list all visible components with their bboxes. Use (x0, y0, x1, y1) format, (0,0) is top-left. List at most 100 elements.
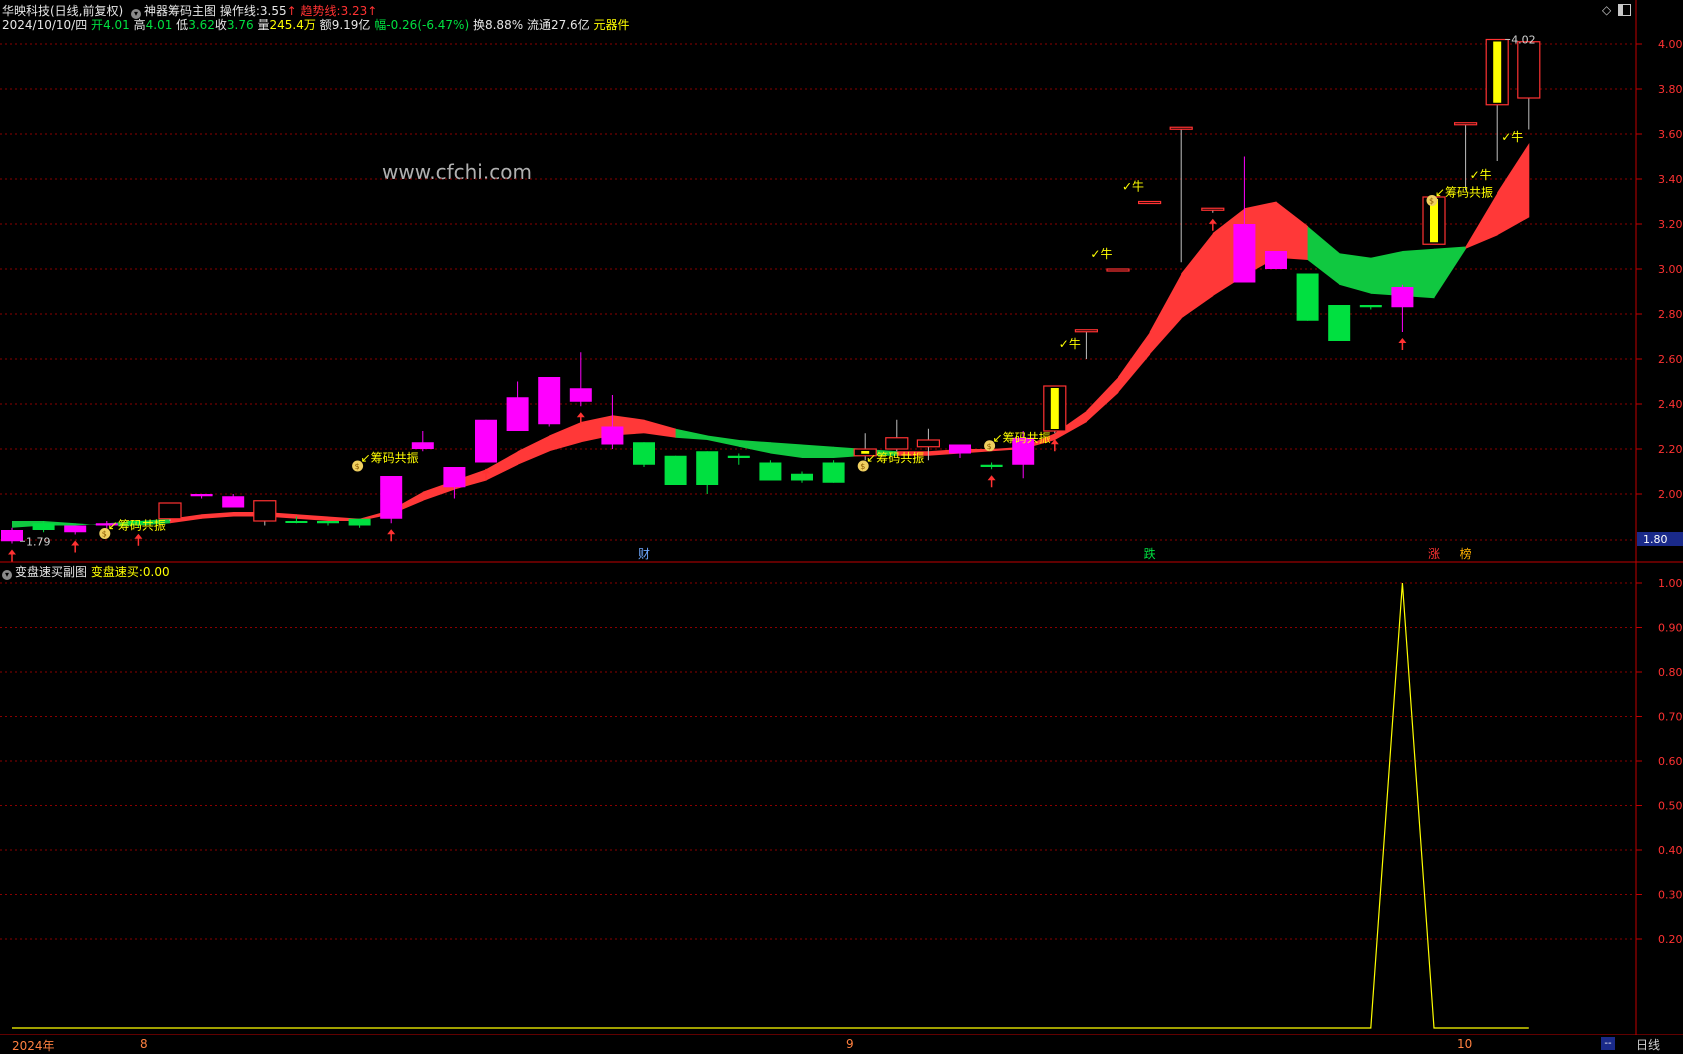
red-up-arrow-head (1208, 218, 1217, 224)
y-tick-label: 0.20 (1658, 933, 1683, 946)
band-segment (1434, 246, 1467, 299)
candle-body (380, 476, 403, 519)
red-up-arrow-head (8, 549, 16, 555)
resonance-label: ↙筹码共振 (1435, 186, 1493, 200)
candle-body (759, 462, 782, 481)
time-label-aug: 8 (140, 1037, 148, 1051)
band-segment (1497, 143, 1530, 236)
candle-body (980, 464, 1003, 467)
band-segment (707, 435, 740, 447)
candle-body (885, 437, 909, 450)
candle-body (1169, 126, 1193, 130)
candle-body (1201, 207, 1225, 211)
red-up-arrow-head (71, 540, 80, 546)
bull-label: ✓牛 (1470, 167, 1492, 182)
red-up-arrow-head (1398, 338, 1407, 343)
band-segment (644, 419, 677, 438)
y-tick-label: 3.40 (1658, 173, 1683, 186)
money-bag-symbol: $ (102, 530, 107, 539)
band-segment (296, 514, 329, 521)
bull-label: ✓牛 (1122, 178, 1144, 193)
bull-label: ✓牛 (1090, 246, 1112, 261)
candle-body (1233, 224, 1256, 283)
event-tag: 涨 (1428, 546, 1440, 561)
y-tick-label: 0.30 (1658, 889, 1683, 902)
y-tick-label: 0.50 (1658, 800, 1683, 813)
candles-layer (1, 38, 1541, 544)
y-tick-label: 0.80 (1658, 666, 1683, 679)
time-label-oct: 10 (1457, 1037, 1473, 1051)
candle-body (1074, 329, 1099, 333)
candle-body (949, 444, 971, 454)
resonance-label: ↙筹码共振 (108, 519, 166, 533)
candle-body (1328, 305, 1351, 341)
current-price-label: 1.80 (1643, 533, 1668, 546)
money-bag-symbol: $ (860, 462, 865, 471)
band-segment (675, 428, 708, 440)
candle-body (664, 455, 687, 485)
grid-layer (0, 43, 1634, 940)
y-tick-label: 2.80 (1658, 308, 1683, 321)
y-tick-label: 2.00 (1658, 488, 1683, 501)
band-segment (802, 444, 835, 458)
candle-body (253, 500, 277, 522)
candle-body (1359, 305, 1382, 308)
candle-body (64, 525, 87, 533)
band-segment (1118, 332, 1151, 393)
y-tick-label: 0.70 (1658, 711, 1683, 724)
candle-body (633, 442, 655, 465)
candle-body (32, 523, 55, 530)
y-tick-label: 3.00 (1658, 263, 1683, 276)
y-tick-label: 2.40 (1658, 398, 1683, 411)
money-bag-symbol: $ (987, 442, 992, 451)
candle-body (348, 518, 371, 526)
candle-body (1137, 200, 1162, 205)
y-tick-label: 3.60 (1658, 128, 1683, 141)
candle-body (569, 388, 592, 402)
candle-body (727, 455, 750, 458)
band-segment (517, 435, 550, 465)
candle-body (1, 530, 23, 542)
bull-label: ✓牛 (1501, 129, 1523, 144)
candle-inner (1050, 388, 1059, 429)
candle-body (317, 521, 339, 524)
band-segment (1149, 273, 1182, 355)
time-label-year: 2024年 (12, 1039, 55, 1053)
resonance-label: ↙筹码共振 (866, 451, 924, 465)
candle-body (222, 496, 245, 508)
chart-canvas[interactable]: $↙筹码共振$↙筹码共振$↙筹码共振$↙筹码共振$↙筹码共振✓牛✓牛✓牛✓牛✓牛… (0, 0, 1683, 1051)
y-tick-label: 0.90 (1658, 622, 1683, 635)
candle-inner (1493, 41, 1502, 103)
candle-body (601, 426, 624, 445)
bottom-bar (0, 1035, 1683, 1051)
red-up-arrow-head (387, 529, 396, 535)
band-segment (1465, 192, 1498, 249)
candle-body (1296, 273, 1319, 321)
candle-body (506, 397, 529, 431)
resonance-label: ↙筹码共振 (361, 451, 419, 465)
candle-body (916, 439, 941, 448)
y-tick-label: 4.00 (1658, 38, 1683, 51)
price-label: 1.79 (26, 535, 51, 548)
candle-body (1106, 268, 1130, 272)
y-tick-label: 0.60 (1658, 755, 1683, 768)
candle-body (475, 419, 497, 463)
event-tag: 榜 (1460, 546, 1472, 561)
candle-body (158, 502, 182, 520)
red-up-arrow-head (987, 475, 996, 481)
candle-body (443, 467, 466, 488)
candle-body (1265, 251, 1287, 269)
scroll-indicator[interactable]: -- (1601, 1037, 1615, 1050)
candle-body (190, 494, 213, 497)
event-tag: 财 (638, 547, 650, 561)
red-up-arrow-head (576, 412, 585, 418)
band-segment (201, 512, 234, 519)
candle-body (538, 377, 561, 425)
price-label: 4.02 (1511, 34, 1536, 47)
band-segment (1086, 377, 1119, 422)
y-tick-label: 2.60 (1658, 353, 1683, 366)
period-button[interactable]: 日线 (1636, 1036, 1660, 1053)
bull-label: ✓牛 (1059, 336, 1081, 351)
candle-body (285, 521, 308, 523)
y-tick-label: 3.80 (1658, 83, 1683, 96)
